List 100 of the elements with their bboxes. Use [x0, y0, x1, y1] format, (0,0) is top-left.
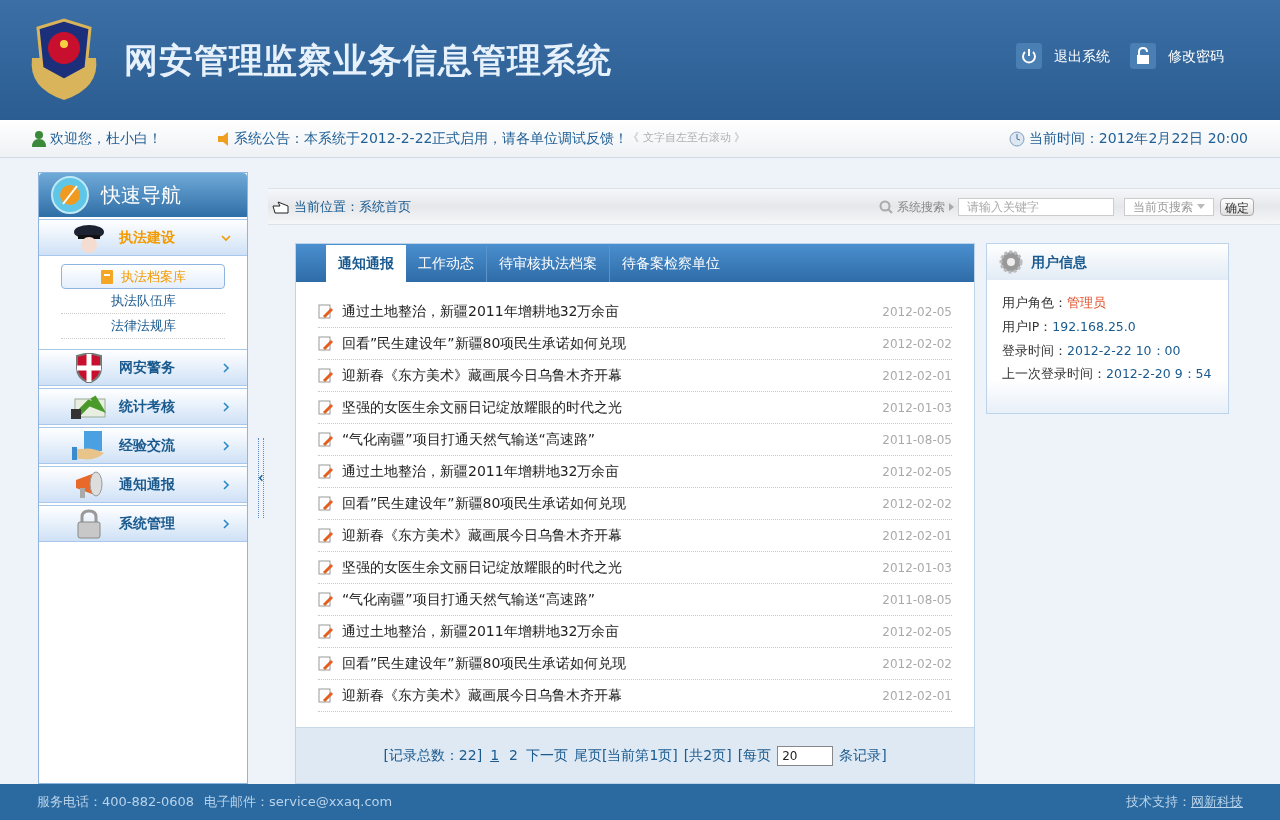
nav-submenu-item[interactable]: 执法队伍库 [61, 289, 225, 314]
news-title-link[interactable]: 回看”民生建设年”新疆80项民生承诺如何兑现 [342, 493, 627, 514]
edit-document-icon [318, 335, 334, 352]
shield-icon [75, 352, 103, 383]
edit-document-icon [318, 559, 334, 576]
last-page-link[interactable]: 尾页[当前第1页] [574, 745, 678, 766]
info-label: 用户角色： [1002, 294, 1067, 312]
header-action-button[interactable]: 修改密码 [1130, 43, 1224, 69]
news-date: 2012-02-05 [882, 303, 952, 321]
gear-icon [999, 250, 1023, 274]
system-title: 网安管理监察业务信息管理系统 [124, 38, 612, 82]
support-link[interactable]: 网新科技 [1191, 792, 1243, 812]
speaker-icon [218, 131, 230, 146]
info-value: 管理员 [1067, 294, 1106, 312]
notice-text: 系统公告：本系统于2012-2-22正式启用，请各单位调试反馈！ [234, 129, 629, 148]
tab[interactable]: 工作动态 [406, 245, 487, 282]
breadcrumb-label: 当前位置： [294, 197, 359, 216]
collapse-handle[interactable] [258, 438, 264, 518]
nav-menu-item[interactable]: 统计考核 [39, 388, 247, 425]
record-total: [记录总数：22] [383, 746, 483, 765]
hand-icon [72, 430, 106, 461]
news-title-link[interactable]: 坚强的女医生余文丽日记绽放耀眼的时代之光 [342, 557, 622, 578]
news-title-link[interactable]: 回看”民生建设年”新疆80项民生承诺如何兑现 [342, 653, 627, 674]
search-label: 系统搜索 [897, 198, 945, 216]
edit-document-icon [318, 655, 334, 672]
chevron-right-icon [221, 401, 231, 412]
edit-document-icon [318, 591, 334, 608]
nav-menu-item[interactable]: 通知通报 [39, 466, 247, 503]
power-icon [1016, 43, 1042, 69]
news-title-link[interactable]: “气化南疆”项目打通天然气输送“高速路” [342, 429, 595, 450]
news-date: 2012-02-05 [882, 623, 952, 641]
edit-document-icon [318, 687, 334, 704]
confirm-button[interactable]: 确定 [1220, 197, 1254, 216]
news-date: 2011-08-05 [882, 591, 952, 609]
caret-down-icon [1197, 204, 1205, 209]
per-page-field[interactable]: 20 [777, 745, 834, 766]
service-email: 电子邮件：service@xxaq.com [204, 793, 393, 812]
news-title-link[interactable]: 通过土地整治，新疆2011年增耕地32万余亩 [342, 461, 620, 482]
user-info-title: 用户信息 [1031, 252, 1087, 272]
book-icon [100, 269, 113, 284]
edit-document-icon [318, 527, 334, 544]
info-label: 上一次登录时间： [1002, 365, 1106, 384]
news-title-link[interactable]: 回看”民生建设年”新疆80项民生承诺如何兑现 [342, 333, 627, 354]
news-date: 2012-01-03 [882, 559, 952, 577]
tab[interactable]: 通知通报 [326, 245, 406, 282]
info-value: 192.168.25.0 [1052, 317, 1136, 336]
per-page-suffix: 条记录] [839, 746, 887, 765]
clock-icon [1008, 130, 1025, 147]
support-label: 技术支持： [1126, 793, 1191, 812]
chevron-right-icon [221, 518, 231, 529]
news-title-link[interactable]: 通过土地整治，新疆2011年增耕地32万余亩 [342, 301, 620, 322]
edit-document-icon [318, 431, 334, 448]
news-title-link[interactable]: 迎新春《东方美术》藏画展今日乌鲁木齐开幕 [342, 685, 622, 706]
user-icon [32, 130, 46, 147]
info-label: 登录时间： [1002, 341, 1067, 360]
scroll-hint: 《 文字自左至右滚动 》 [628, 130, 746, 147]
news-date: 2012-01-03 [882, 399, 952, 417]
next-page-link[interactable]: 下一页 [526, 745, 568, 766]
padlock-icon [75, 508, 103, 539]
nav-menu-item[interactable]: 系统管理 [39, 505, 247, 542]
compass-icon [51, 176, 89, 214]
chevron-right-icon [221, 440, 231, 451]
chevron-left-icon [259, 473, 263, 483]
page-link[interactable]: 1 [488, 745, 502, 766]
news-date: 2012-02-05 [882, 463, 952, 481]
news-title-link[interactable]: 迎新春《东方美术》藏画展今日乌鲁木齐开幕 [342, 365, 622, 386]
nav-submenu-item[interactable]: 法律法规库 [61, 314, 225, 339]
pointing-hand-icon [272, 199, 290, 214]
chevron-down-icon [221, 232, 231, 243]
officer-cap-icon [72, 222, 106, 253]
news-title-link[interactable]: 通过土地整治，新疆2011年增耕地32万余亩 [342, 621, 620, 642]
news-title-link[interactable]: “气化南疆”项目打通天然气输送“高速路” [342, 589, 595, 610]
current-time: 当前时间：2012年2月22日 20:00 [1028, 129, 1248, 148]
nav-menu-item[interactable]: 网安警务 [39, 349, 247, 386]
header-action-button[interactable]: 退出系统 [1016, 43, 1110, 69]
page-count: [共2页] [683, 746, 732, 765]
search-icon [879, 199, 893, 214]
info-value: 2012-2-22 10：00 [1067, 341, 1181, 360]
news-title-link[interactable]: 坚强的女医生余文丽日记绽放耀眼的时代之光 [342, 397, 622, 418]
lock-icon [1130, 43, 1156, 69]
caret-right-icon [949, 202, 954, 211]
page-link[interactable]: 2 [507, 745, 520, 766]
per-page-label: [每页 [737, 746, 772, 765]
info-label: 用户IP： [1002, 317, 1053, 336]
nav-menu-item[interactable]: 经验交流 [39, 427, 247, 464]
breadcrumb-link[interactable]: 系统首页 [359, 196, 411, 217]
edit-document-icon [318, 463, 334, 480]
news-title-link[interactable]: 迎新春《东方美术》藏画展今日乌鲁木齐开幕 [342, 525, 622, 546]
tab[interactable]: 待审核执法档案 [487, 245, 610, 282]
search-field[interactable]: 请输入关键字 [958, 197, 1114, 216]
service-phone: 服务电话：400-882-0608 [37, 793, 195, 812]
welcome-text: 欢迎您，杜小白！ [50, 129, 162, 148]
news-date: 2012-02-01 [882, 527, 952, 545]
sidebar-title: 快速导航 [101, 182, 181, 209]
edit-document-icon [318, 495, 334, 512]
tab[interactable]: 待备案检察单位 [610, 245, 732, 282]
news-date: 2012-02-01 [882, 687, 952, 705]
news-date: 2012-02-02 [882, 335, 952, 353]
chevron-right-icon [221, 479, 231, 490]
edit-document-icon [318, 623, 334, 640]
